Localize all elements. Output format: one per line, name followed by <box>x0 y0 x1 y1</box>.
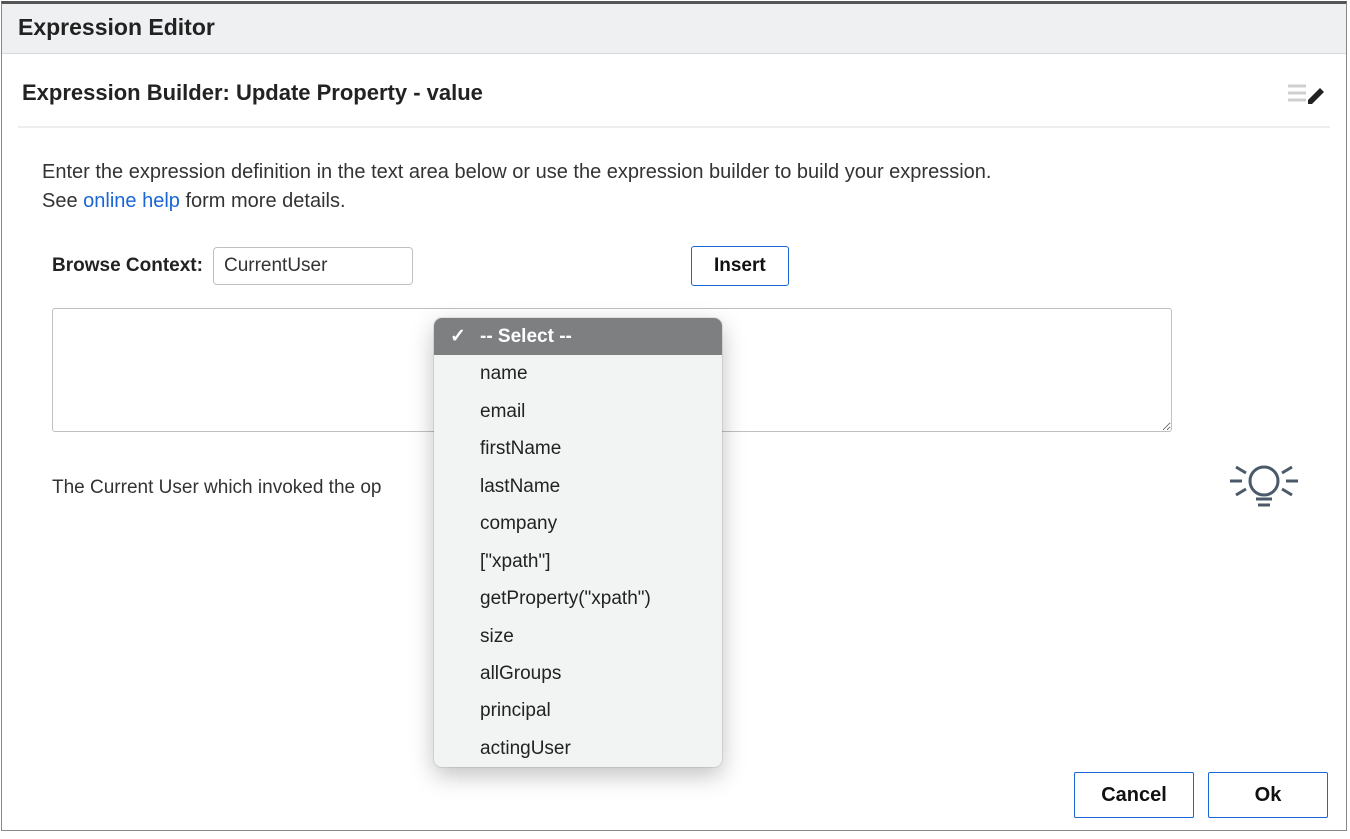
dropdown-item-principal[interactable]: principal <box>434 692 722 729</box>
dialog-footer: Cancel Ok <box>1074 772 1328 818</box>
dialog-content: Expression Builder: Update Property - va… <box>2 54 1346 830</box>
dropdown-item-name[interactable]: name <box>434 355 722 392</box>
instructions: Enter the expression definition in the t… <box>18 128 1330 216</box>
toggle-edit-button[interactable] <box>1286 80 1326 106</box>
dropdown-item-company[interactable]: company <box>434 505 722 542</box>
instructions-line1: Enter the expression definition in the t… <box>42 161 991 183</box>
builder-title: Expression Builder: Update Property - va… <box>22 80 483 106</box>
dropdown-item-allgroups[interactable]: allGroups <box>434 655 722 692</box>
builder-header: Expression Builder: Update Property - va… <box>18 54 1330 128</box>
context-select-value: CurrentUser <box>224 255 327 277</box>
insert-button[interactable]: Insert <box>691 246 789 286</box>
dropdown-item-email[interactable]: email <box>434 393 722 430</box>
browse-context-label: Browse Context: <box>52 255 203 277</box>
hint-text: The Current User which invoked the op <box>52 477 382 499</box>
instructions-line2-prefix: See <box>42 190 83 212</box>
online-help-link[interactable]: online help <box>83 190 180 212</box>
lightbulb-icon <box>1222 457 1306 518</box>
dropdown-item-actinguser[interactable]: actingUser <box>434 730 722 767</box>
ok-button[interactable]: Ok <box>1208 772 1328 818</box>
property-dropdown-menu: -- Select -- name email firstName lastNa… <box>434 318 722 767</box>
dropdown-item-size[interactable]: size <box>434 618 722 655</box>
dialog-title: Expression Editor <box>2 4 1346 54</box>
cancel-button[interactable]: Cancel <box>1074 772 1194 818</box>
expression-editor-dialog: Expression Editor Expression Builder: Up… <box>1 1 1347 831</box>
dropdown-item-lastname[interactable]: lastName <box>434 468 722 505</box>
context-select[interactable]: CurrentUser <box>213 247 413 285</box>
browse-context-row: Browse Context: CurrentUser Insert <box>18 216 1330 286</box>
dropdown-item-select[interactable]: -- Select -- <box>434 318 722 355</box>
dropdown-item-firstname[interactable]: firstName <box>434 430 722 467</box>
dropdown-item-getproperty[interactable]: getProperty("xpath") <box>434 580 722 617</box>
dropdown-item-xpath[interactable]: ["xpath"] <box>434 543 722 580</box>
instructions-line2-suffix: form more details. <box>180 190 346 212</box>
